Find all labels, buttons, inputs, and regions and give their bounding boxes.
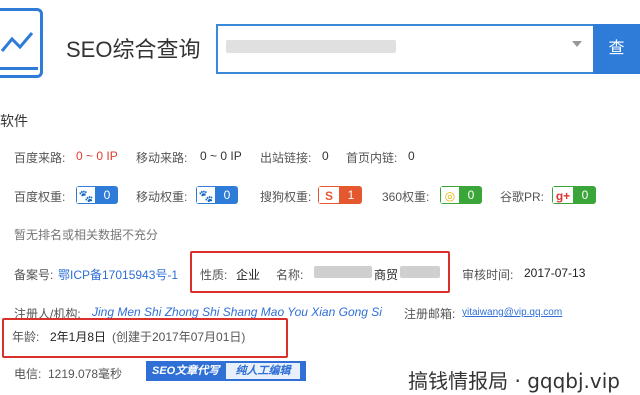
nature-label: 性质: [200, 268, 228, 282]
name-suffix: 商贸 [374, 268, 399, 282]
icp-link[interactable]: 鄂ICP备17015943号-1 [58, 266, 178, 283]
outlinks-label: 出站链接: [260, 151, 312, 165]
blurred-name-tail [400, 266, 440, 278]
email-label: 注册邮箱: [404, 307, 456, 321]
outlinks-value[interactable]: 0 [322, 149, 329, 163]
baidu-weight-value: 0 [96, 186, 118, 204]
mobile-weight-value: 0 [216, 186, 238, 204]
brand-title: SEO综合查询 [66, 37, 201, 62]
mobile-weight-badge[interactable]: 🐾 0 [196, 186, 238, 204]
sogou-weight-label: 搜狗权重: [260, 190, 312, 204]
google-pr-badge[interactable]: g+ 0 [552, 186, 596, 204]
homepage-inlinks-label: 首页内链: [346, 151, 398, 165]
audit-label: 审核时间: [462, 268, 514, 282]
google-plus-icon: g+ [552, 186, 574, 204]
baidu-weight-badge[interactable]: 🐾 0 [76, 186, 118, 204]
telecom-label: 电信: [14, 367, 42, 381]
baidu-source-label: 百度来路: [14, 151, 66, 165]
badge-right-text: 纯人工编辑 [226, 363, 300, 379]
age-label: 年龄: [12, 330, 40, 344]
seo-ad-badge[interactable]: SEO文章代写 纯人工编辑 [146, 361, 306, 381]
search-button[interactable]: 查 [593, 24, 640, 74]
baidu-source-value[interactable]: 0 ~ 0 IP [76, 149, 118, 163]
weight-360-value: 0 [460, 186, 482, 204]
nature-value: 企业 [236, 268, 261, 282]
chart-line-icon [0, 32, 38, 70]
blurred-name [314, 266, 372, 278]
homepage-inlinks-value[interactable]: 0 [408, 149, 415, 163]
sogou-weight-value: 1 [340, 186, 362, 204]
age-created: (创建于2017年07月01日) [112, 330, 246, 344]
paw-icon: 🐾 [196, 186, 216, 204]
google-pr-value: 0 [574, 186, 596, 204]
age-value: 2年1月8日 [50, 330, 107, 344]
mobile-source-value[interactable]: 0 ~ 0 IP [200, 149, 242, 163]
weight-360-badge[interactable]: ◎ 0 [440, 186, 482, 204]
name-label: 名称: [276, 268, 304, 282]
icp-label: 备案号: [14, 268, 54, 282]
sogou-weight-badge[interactable]: S 1 [318, 186, 362, 204]
telecom-value: 1219.078毫秒 [48, 367, 123, 381]
weight-360-label: 360权重: [382, 190, 430, 204]
mobile-weight-label: 移动权重: [136, 190, 188, 204]
no-rank-note: 暂无排名或相关数据不充分 [14, 228, 159, 242]
watermark: 搞钱情报局 · gqqbj.vip [408, 369, 620, 393]
chevron-down-icon[interactable] [572, 41, 582, 47]
google-pr-label: 谷歌PR: [500, 190, 545, 204]
section-title: 软件 [0, 113, 28, 129]
registrant-link[interactable]: Jing Men Shi Zhong Shi Shang Mao You Xia… [92, 305, 382, 319]
mobile-source-label: 移动来路: [136, 151, 188, 165]
sogou-icon: S [318, 186, 340, 204]
baidu-weight-label: 百度权重: [14, 190, 66, 204]
audit-value: 2017-07-13 [524, 266, 586, 280]
email-link[interactable]: yitaiwang@vip.qq.com [462, 307, 562, 318]
360-icon: ◎ [440, 186, 460, 204]
badge-left-text: SEO文章代写 [152, 365, 220, 377]
paw-icon: 🐾 [76, 186, 96, 204]
logo-icon [0, 8, 43, 78]
blurred-search-value [226, 40, 396, 53]
